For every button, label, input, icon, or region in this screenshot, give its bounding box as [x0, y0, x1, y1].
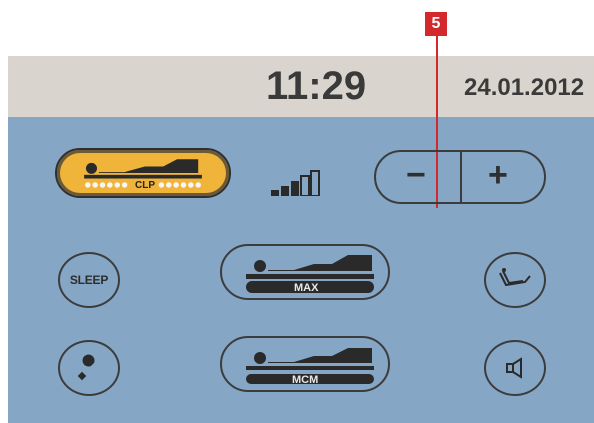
clp-mode-button[interactable]: CLP [55, 148, 231, 198]
intensity-bars-icon [271, 170, 320, 196]
clp-label: CLP [135, 180, 155, 191]
sleep-label: SLEEP [69, 273, 109, 287]
callout-marker: 5 [425, 12, 447, 36]
increase-button[interactable]: + [488, 156, 508, 195]
intensity-adjuster: − + [374, 150, 546, 204]
clock-date: 24.01.2012 [464, 74, 585, 101]
adjuster-divider [460, 152, 462, 202]
service-button[interactable] [58, 340, 120, 396]
sleep-button[interactable]: SLEEP [58, 252, 120, 308]
status-header: 11:29 24.01.2012 [8, 56, 594, 117]
mcm-label: MCM [292, 374, 319, 386]
chair-position-button[interactable] [484, 252, 546, 308]
sound-button[interactable] [484, 340, 546, 396]
clock-time: 11:29 [266, 64, 367, 108]
mcm-mode-button[interactable]: MCM [220, 336, 390, 392]
decrease-button[interactable]: − [406, 156, 426, 195]
speaker-icon [506, 357, 522, 379]
max-label: MAX [294, 282, 319, 294]
wrench-icon [77, 354, 95, 381]
chair-recline-icon [499, 268, 531, 287]
max-mode-button[interactable]: MAX [220, 244, 390, 300]
